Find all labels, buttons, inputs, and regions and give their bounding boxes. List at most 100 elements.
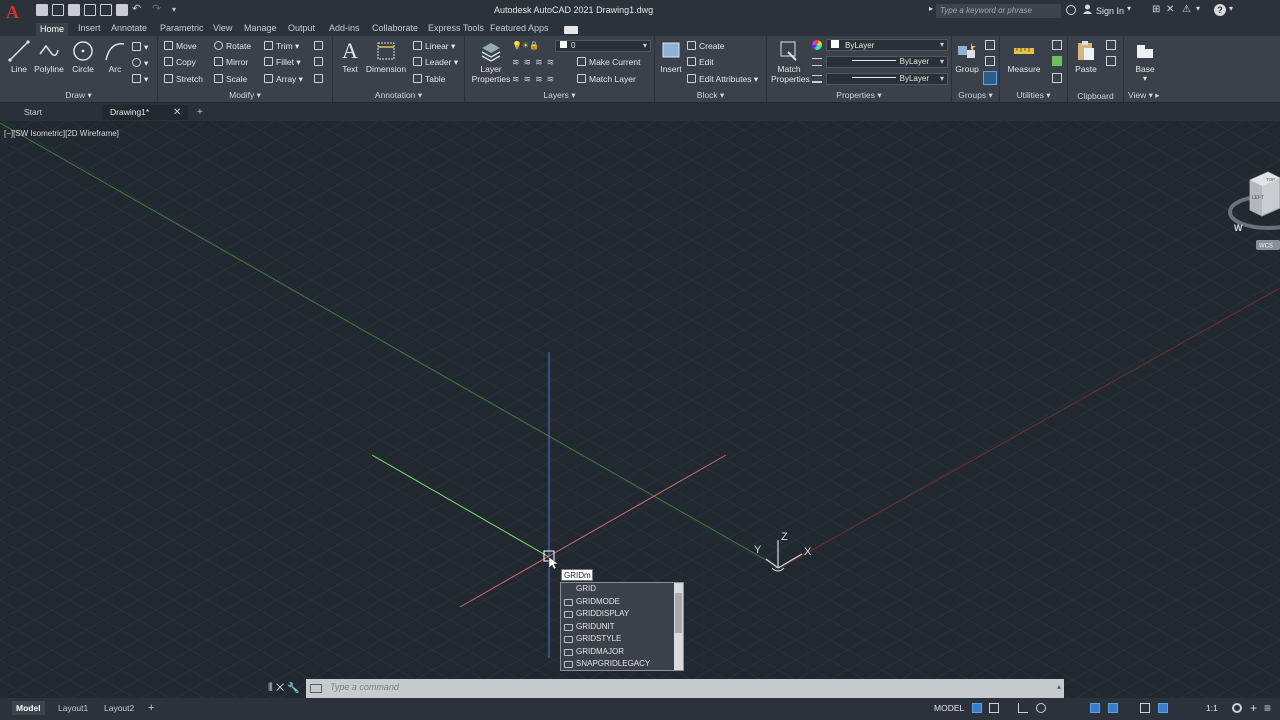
plot-icon[interactable] (116, 4, 128, 16)
hatch-icon[interactable]: ▾ (132, 58, 148, 69)
tab-start[interactable]: Start (16, 105, 98, 120)
new-tab-icon[interactable]: + (197, 107, 203, 118)
copy-button[interactable]: Copy (164, 57, 196, 67)
command-prompt-icon[interactable] (310, 684, 322, 693)
linetype-dropdown[interactable]: ByLayer (826, 56, 948, 68)
fillet-button[interactable]: Fillet ▾ (264, 57, 301, 68)
erase-button[interactable] (314, 41, 326, 51)
mirror-button[interactable]: Mirror (214, 57, 248, 67)
command-input[interactable]: Type a command (330, 682, 399, 692)
redo-icon[interactable]: ↷ (152, 4, 168, 16)
array-button[interactable]: Array ▾ (264, 74, 303, 85)
object-snap-tracking-icon[interactable] (1090, 703, 1100, 713)
command-history-icon[interactable]: ▴ (1057, 682, 1061, 691)
annotation-scale[interactable]: 1:1 (1206, 703, 1218, 713)
sign-in-button[interactable]: Sign In (1096, 6, 1124, 16)
rectangle-icon[interactable]: ▾ (132, 42, 148, 53)
help-icon[interactable]: ? (1214, 4, 1226, 16)
object-snap-icon[interactable] (1108, 703, 1118, 713)
ortho-icon[interactable] (1018, 703, 1028, 713)
layer-properties-button[interactable]: Layer Properties (471, 40, 511, 84)
scale-button[interactable]: Scale (214, 74, 247, 84)
viewcube-top-face[interactable]: TOP (1266, 177, 1275, 182)
dimension-button[interactable]: Dimension (365, 40, 407, 74)
panel-utilities-label[interactable]: Utilities ▾ (1000, 90, 1067, 101)
panel-annotation-label[interactable]: Annotation ▾ (333, 90, 464, 101)
tab-view[interactable]: View (213, 23, 232, 33)
panel-layers-label[interactable]: Layers ▾ (465, 90, 654, 101)
insert-button[interactable]: Insert (659, 40, 683, 74)
tab-add-ins[interactable]: Add-ins (329, 23, 360, 33)
search-icon[interactable] (1066, 5, 1076, 15)
layer-tool-icons-row2[interactable]: ≋≋≋≋ (512, 74, 558, 85)
autocomplete-scrollbar[interactable] (674, 583, 683, 670)
add-workspace-icon[interactable]: + (1250, 701, 1257, 715)
workspace-gear-icon[interactable] (1232, 703, 1242, 713)
polar-tracking-icon[interactable] (1036, 703, 1046, 713)
help-dropdown-icon[interactable]: ▾ (1229, 4, 1233, 13)
panel-modify-label[interactable]: Modify ▾ (158, 90, 332, 101)
stretch-button[interactable]: Stretch (164, 74, 203, 84)
grid-toggle-icon[interactable] (972, 703, 982, 713)
id-point-icon[interactable] (1052, 73, 1062, 83)
measure-button[interactable]: Measure (1006, 40, 1042, 74)
model-space-button[interactable]: MODEL (934, 703, 964, 713)
group-selection-icon[interactable] (983, 71, 997, 85)
annotation-visibility-icon[interactable] (1140, 703, 1150, 713)
arc-button[interactable]: Arc (104, 40, 126, 74)
tab-model[interactable]: Model (12, 701, 45, 715)
trim-button[interactable]: Trim ▾ (264, 41, 299, 52)
ribbon-minimize-icon[interactable] (564, 26, 578, 34)
base-view-button[interactable]: Base ▾ (1130, 40, 1160, 83)
autoscale-icon[interactable] (1158, 703, 1168, 713)
linear-dimension-button[interactable]: Linear ▾ (413, 41, 455, 52)
layer-tool-icons-row1[interactable]: ≋≋≋≋ (512, 57, 558, 68)
color-dropdown[interactable]: ByLayer (826, 39, 948, 51)
move-button[interactable]: Move (164, 41, 197, 51)
search-caret-icon[interactable]: ▸ (929, 4, 933, 13)
customization-menu-icon[interactable]: ≡ (1264, 701, 1271, 715)
add-layout-icon[interactable]: + (144, 701, 158, 715)
search-input[interactable]: Type a keyword or phrase (936, 4, 1061, 18)
quick-select-icon[interactable] (1052, 40, 1062, 50)
save-icon[interactable] (68, 4, 80, 16)
calculator-icon[interactable] (1052, 56, 1062, 66)
stay-connected-dropdown-icon[interactable]: ▾ (1196, 4, 1200, 13)
panel-properties-label[interactable]: Properties ▾ (767, 90, 951, 101)
autocomplete-item[interactable]: GRIDMAJOR (561, 646, 675, 659)
layer-dropdown[interactable]: 0 (555, 40, 651, 52)
tab-insert[interactable]: Insert (78, 23, 101, 33)
copy-clip-icon[interactable] (1106, 56, 1116, 66)
customize-qat-icon[interactable]: ▾ (172, 4, 184, 16)
tab-output[interactable]: Output (288, 23, 315, 33)
panel-draw-label[interactable]: Draw ▾ (0, 90, 157, 101)
open-file-icon[interactable] (52, 4, 64, 16)
panel-clipboard-label[interactable]: Clipboard (1068, 91, 1123, 101)
line-button[interactable]: Line (8, 40, 30, 74)
autocomplete-item[interactable]: SNAPGRIDLEGACY (561, 658, 675, 671)
exchange-apps-icon[interactable]: ✕ (1166, 4, 1174, 15)
isodraft-icon[interactable] (1066, 703, 1076, 713)
new-file-icon[interactable] (36, 4, 48, 16)
group-button[interactable]: Group (954, 40, 980, 74)
tab-parametric[interactable]: Parametric (160, 23, 204, 33)
dynamic-input-field[interactable]: GRIDm (561, 569, 593, 581)
tab-home[interactable]: Home (36, 23, 69, 36)
explode-button[interactable] (314, 57, 326, 67)
tab-featured-apps[interactable]: Featured Apps (490, 23, 549, 33)
panel-groups-label[interactable]: Groups ▾ (952, 90, 999, 101)
command-line[interactable]: Type a command ▴ (306, 679, 1064, 698)
offset-button[interactable] (314, 74, 326, 84)
signin-dropdown-icon[interactable]: ▾ (1127, 4, 1131, 13)
table-button[interactable]: Table (413, 74, 445, 84)
undo-icon[interactable]: ↶ (132, 4, 148, 16)
match-properties-button[interactable]: Match Properties (771, 40, 810, 84)
group-edit-icon[interactable] (985, 56, 995, 66)
cart-icon[interactable]: ⊞ (1152, 4, 1160, 15)
tab-collaborate[interactable]: Collaborate (372, 23, 418, 33)
cut-icon[interactable] (1106, 40, 1116, 50)
tab-annotate[interactable]: Annotate (111, 23, 147, 33)
paste-button[interactable]: Paste (1072, 40, 1100, 74)
polyline-button[interactable]: Polyline (32, 40, 66, 74)
draw-more-icon[interactable]: ▾ (132, 74, 148, 85)
